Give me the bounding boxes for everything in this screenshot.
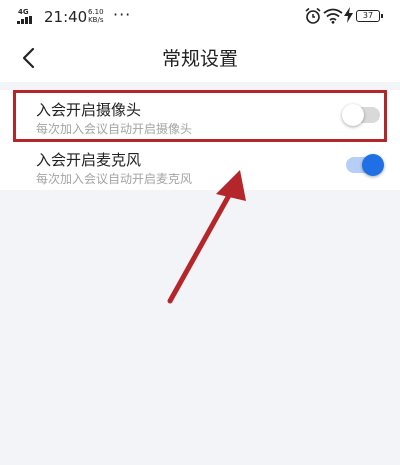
microphone-toggle[interactable]	[346, 154, 384, 176]
nav-bar: 常规设置	[0, 34, 400, 82]
battery-icon: 37	[356, 10, 383, 22]
charging-icon	[344, 7, 353, 23]
more-notifications-icon: ···	[113, 5, 132, 24]
alarm-icon	[305, 7, 321, 24]
toggle-knob	[362, 154, 384, 176]
wifi-icon	[323, 8, 343, 24]
network-speed: 6.10 KB/s	[88, 8, 104, 24]
network-speed-unit: KB/s	[88, 16, 104, 24]
network-type: 4G	[18, 8, 29, 16]
setting-title: 入会开启麦克风	[36, 151, 142, 169]
page-title: 常规设置	[161, 48, 238, 70]
setting-row-microphone[interactable]: 入会开启麦克风 每次加入会议自动开启麦克风	[0, 140, 400, 190]
status-bar: 4G 21:40 6.10 KB/s ··· 37	[0, 0, 400, 34]
network-speed-value: 6.10	[88, 8, 104, 16]
signal-icon	[17, 16, 35, 24]
status-time: 21:40	[44, 8, 88, 26]
setting-subtitle: 每次加入会议自动开启麦克风	[36, 172, 193, 186]
annotation-highlight-box	[13, 90, 387, 142]
